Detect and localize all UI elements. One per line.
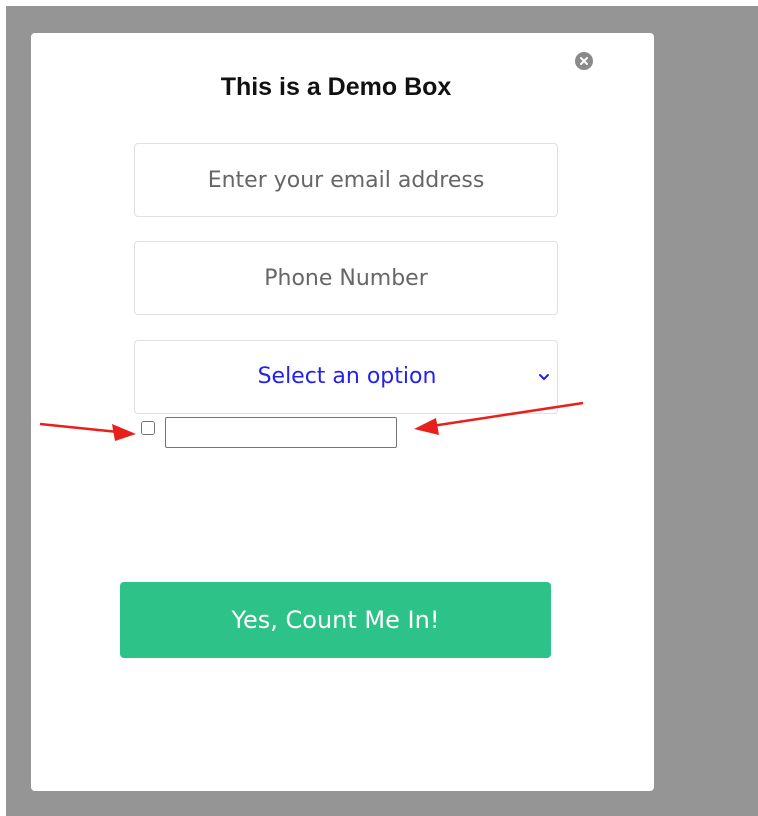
email-input[interactable] xyxy=(134,143,558,217)
submit-button[interactable]: Yes, Count Me In! xyxy=(120,582,551,658)
close-icon xyxy=(580,57,588,65)
phone-number-input[interactable] xyxy=(134,241,558,315)
modal-title: This is a Demo Box xyxy=(220,73,452,101)
close-button[interactable] xyxy=(575,52,593,70)
chevron-down-icon xyxy=(539,374,549,380)
extra-text-input[interactable] xyxy=(165,417,397,448)
select-value: Select an option xyxy=(257,364,437,389)
consent-checkbox[interactable] xyxy=(141,421,155,435)
demo-box-modal: This is a Demo Box Select an option Yes,… xyxy=(31,33,654,791)
option-select[interactable]: Select an option xyxy=(134,340,558,414)
